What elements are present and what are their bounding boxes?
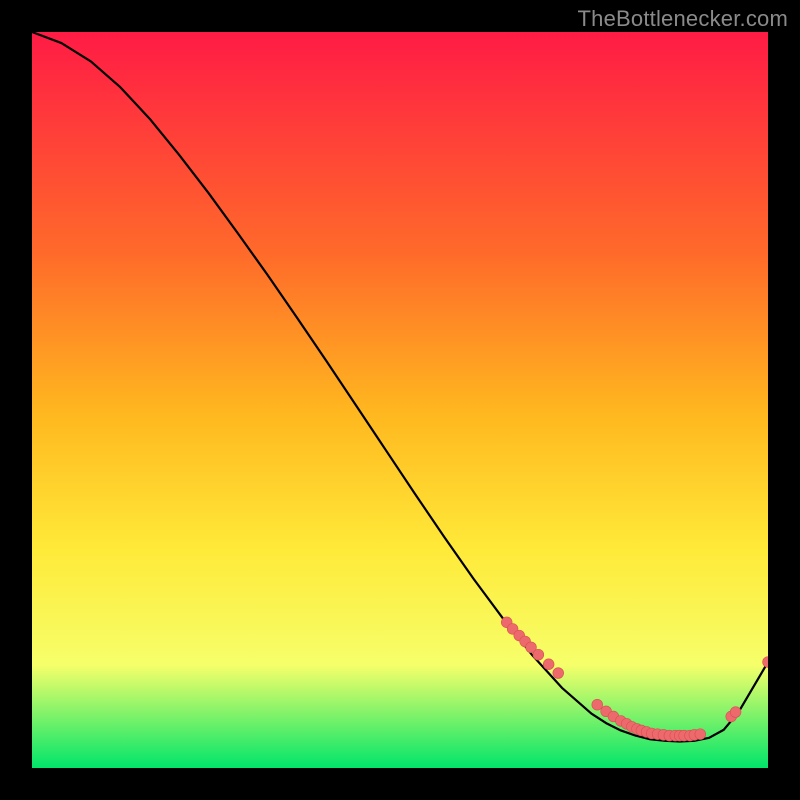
marker-point (592, 699, 603, 710)
marker-point (543, 659, 554, 670)
chart-plot-area (32, 32, 768, 768)
gradient-background (32, 32, 768, 768)
attribution-text: TheBottlenecker.com (578, 6, 788, 32)
marker-point (553, 668, 564, 679)
marker-point (533, 649, 544, 660)
chart-svg (32, 32, 768, 768)
marker-point (730, 707, 741, 718)
marker-point (695, 729, 706, 740)
